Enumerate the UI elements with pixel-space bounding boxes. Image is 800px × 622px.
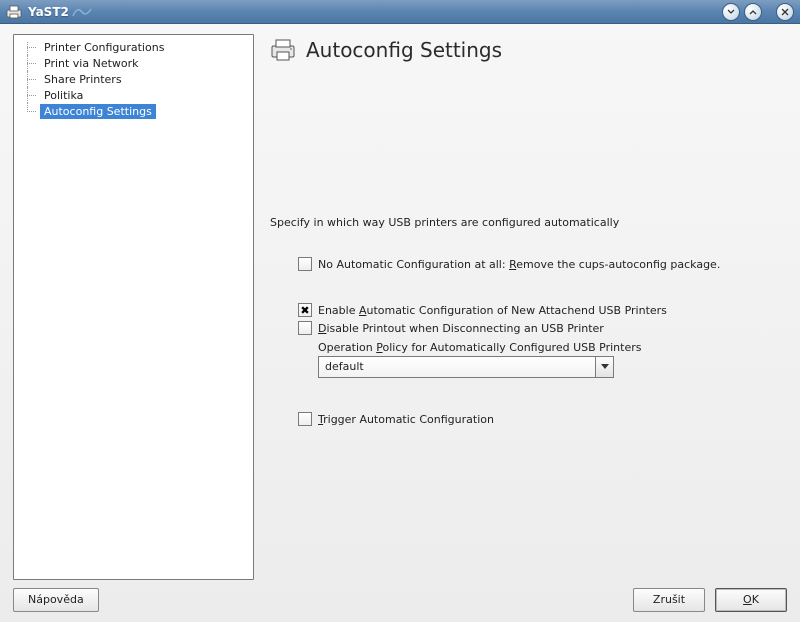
printer-app-icon [6, 5, 22, 19]
nav-tree[interactable]: Printer Configurations Print via Network… [13, 34, 254, 580]
sidebar-item-share-printers[interactable]: Share Printers [16, 71, 251, 87]
sidebar-item-autoconfig-settings[interactable]: Autoconfig Settings [16, 103, 251, 119]
cancel-button[interactable]: Zrušit [633, 588, 705, 612]
description-text: Specify in which way USB printers are co… [270, 216, 777, 229]
sidebar-item-politika[interactable]: Politika [16, 87, 251, 103]
sidebar-item-printer-configurations[interactable]: Printer Configurations [16, 39, 251, 55]
close-button[interactable] [776, 3, 794, 21]
checkbox-label: No Automatic Configuration at all: Remov… [318, 258, 720, 271]
sidebar-item-label: Print via Network [40, 56, 143, 71]
window-title: YaST2 [28, 5, 69, 19]
combo-value: default [319, 357, 595, 377]
checkbox-disable-printout[interactable]: Disable Printout when Disconnecting an U… [298, 321, 777, 335]
page-title: Autoconfig Settings [306, 38, 502, 62]
checkbox-label: Disable Printout when Disconnecting an U… [318, 322, 604, 335]
minimize-button[interactable] [722, 3, 740, 21]
policy-label: Operation Policy for Automatically Confi… [318, 341, 777, 354]
policy-combobox[interactable]: default [318, 356, 614, 378]
content-pane: Autoconfig Settings Specify in which way… [268, 34, 787, 580]
checkbox-label: Enable Automatic Configuration of New At… [318, 304, 667, 317]
titlebar-decoration [71, 4, 93, 20]
page-heading: Autoconfig Settings [270, 38, 777, 62]
ok-button[interactable]: OK [715, 588, 787, 612]
printer-icon [270, 38, 296, 62]
sidebar-item-label: Politika [40, 88, 87, 103]
checkbox-label: Trigger Automatic Configuration [318, 413, 494, 426]
sidebar-item-label: Share Printers [40, 72, 126, 87]
checkbox-icon [298, 412, 312, 426]
titlebar: YaST2 [0, 0, 800, 24]
maximize-button[interactable] [744, 3, 762, 21]
checkbox-icon [298, 321, 312, 335]
dropdown-toggle[interactable] [595, 357, 613, 377]
sidebar-item-label: Autoconfig Settings [40, 104, 156, 119]
checkbox-enable-auto-config[interactable]: ✖ Enable Automatic Configuration of New … [298, 303, 777, 317]
button-bar: Nápověda Zrušit OK [13, 580, 787, 612]
checkbox-icon: ✖ [298, 303, 312, 317]
sidebar-item-label: Printer Configurations [40, 40, 168, 55]
checkbox-icon [298, 257, 312, 271]
checkbox-trigger-auto-config[interactable]: Trigger Automatic Configuration [298, 412, 777, 426]
help-button[interactable]: Nápověda [13, 588, 99, 612]
sidebar-item-print-via-network[interactable]: Print via Network [16, 55, 251, 71]
checkbox-no-auto-config[interactable]: No Automatic Configuration at all: Remov… [298, 257, 777, 271]
chevron-down-icon [601, 364, 609, 370]
